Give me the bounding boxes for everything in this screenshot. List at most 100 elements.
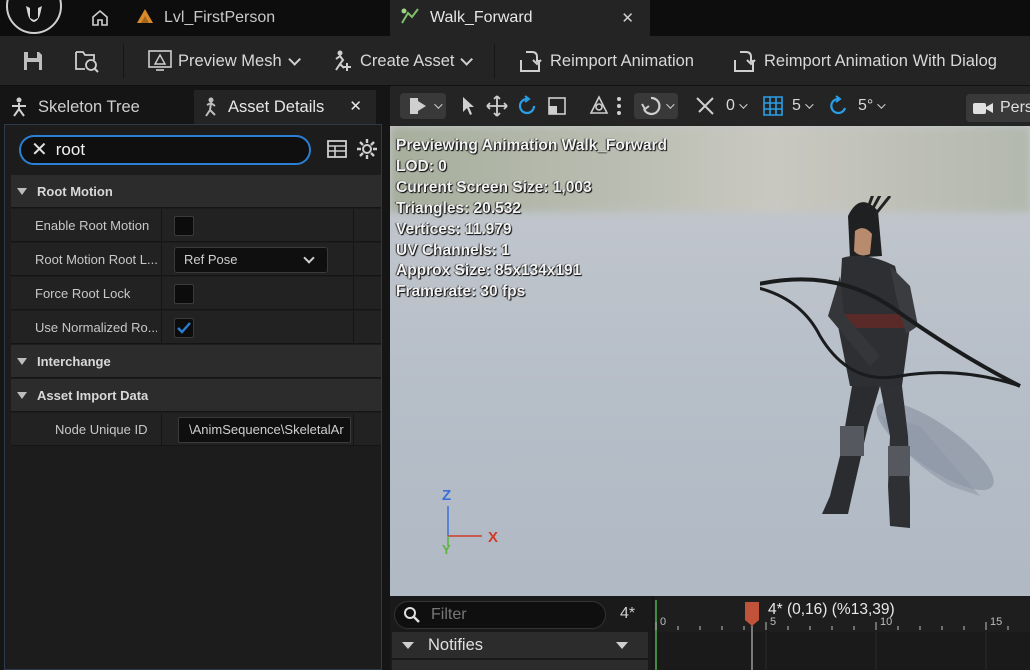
camera-options-icon <box>410 98 426 114</box>
use-normalized-root-checkbox[interactable] <box>174 317 194 338</box>
property-value: \AnimSequence\SkeletalAr <box>161 413 351 446</box>
chevron-down-icon <box>460 52 474 66</box>
notifies-track[interactable]: Notifies <box>392 632 648 658</box>
rotation-snap-value: 5° <box>858 97 874 114</box>
camera-icon <box>972 100 994 116</box>
perspective-view-button[interactable]: Pers <box>966 94 1030 122</box>
tab-asset-details-label: Asset Details <box>228 97 325 116</box>
force-root-lock-checkbox[interactable] <box>174 283 194 304</box>
track-row <box>392 660 648 670</box>
property-value <box>161 209 351 242</box>
browse-asset-icon[interactable] <box>74 48 100 74</box>
toolbar-separator <box>494 44 495 78</box>
grid-snap-icon <box>763 96 783 116</box>
info-line: LOD: 0 <box>396 157 447 175</box>
tab-asset-details[interactable]: Asset Details ✕ <box>194 90 376 124</box>
checkmark-icon <box>177 321 191 334</box>
tab-skeleton-tree-label: Skeleton Tree <box>38 97 140 116</box>
viewport-options-button[interactable] <box>400 93 446 119</box>
panel-tab-bar: Skeleton Tree Asset Details ✕ <box>0 90 388 124</box>
property-label: Root Motion Root L... <box>35 252 157 267</box>
tab-walk-forward[interactable]: Walk_Forward ✕ <box>390 0 650 36</box>
property-value <box>161 311 351 344</box>
info-line: Triangles: 20.532 <box>396 199 521 217</box>
surface-snap-icon <box>641 96 661 116</box>
chevron-down-icon <box>287 52 301 66</box>
timeline-ruler[interactable]: 0 5 10 15 4* (0,16) (%13,39) <box>654 596 1030 670</box>
chevron-down-icon <box>805 100 814 109</box>
property-use-normalized-root: Use Normalized Ro... <box>11 311 381 344</box>
rotation-snap-icon <box>830 95 847 115</box>
animation-viewport[interactable]: 0 5 5° Pers Previewing Animation Walk_Fo… <box>390 86 1030 596</box>
unreal-logo-icon[interactable] <box>6 0 62 34</box>
reimport-animation-button[interactable]: Reimport Animation <box>518 46 694 76</box>
left-panel: Skeleton Tree Asset Details ✕ ✕ root Roo… <box>0 86 388 670</box>
viewport-info-overlay: Previewing Animation Walk_Forward LOD: 0… <box>396 136 667 303</box>
property-value <box>161 277 351 310</box>
property-node-unique-id: Node Unique ID \AnimSequence\SkeletalAr <box>11 413 381 446</box>
reimport-animation-with-dialog-button[interactable]: Reimport Animation With Dialog <box>732 46 997 76</box>
angle-snap-icon <box>696 97 714 115</box>
collapse-arrow-icon <box>17 187 27 195</box>
node-unique-id-field[interactable]: \AnimSequence\SkeletalAr <box>178 416 351 443</box>
info-line: Framerate: 30 fps <box>396 283 526 301</box>
scrub-position-label: 4* (0,16) (%13,39) <box>768 601 895 618</box>
info-line: Vertices: 11.979 <box>396 220 512 238</box>
tick-label: 15 <box>990 616 1003 628</box>
rotate-icon[interactable] <box>516 93 538 119</box>
save-icon[interactable] <box>20 48 46 74</box>
root-lock-select[interactable]: Ref Pose <box>174 246 328 273</box>
axis-x-label: X <box>488 529 498 546</box>
grid-size-button[interactable]: 5 <box>762 93 814 119</box>
collapse-arrow-icon <box>17 357 27 365</box>
property-root-motion-root-lock: Root Motion Root L... Ref Pose <box>11 243 381 276</box>
toolbar-separator <box>123 44 124 78</box>
create-asset-button[interactable]: Create Asset <box>330 46 474 76</box>
scale-icon[interactable] <box>546 93 568 119</box>
timeline-track-list: Filter 4* Notifies <box>390 596 652 670</box>
chevron-down-icon <box>739 100 748 109</box>
property-label: Node Unique ID <box>55 422 148 437</box>
category-root-motion[interactable]: Root Motion <box>11 175 381 208</box>
table-view-icon[interactable] <box>327 140 347 163</box>
surface-snap-button[interactable] <box>634 93 678 119</box>
enable-root-motion-checkbox[interactable] <box>174 215 194 236</box>
details-search-input[interactable]: ✕ root <box>19 135 311 165</box>
reimport-animation-with-dialog-label: Reimport Animation With Dialog <box>764 51 997 70</box>
timeline-filter-input[interactable]: Filter <box>394 601 606 629</box>
home-icon[interactable] <box>88 6 112 30</box>
translate-icon[interactable] <box>486 93 508 119</box>
axis-gizmo: Z X Y <box>442 487 498 557</box>
tab-level[interactable]: Lvl_FirstPerson <box>128 0 388 36</box>
category-interchange[interactable]: Interchange <box>11 345 381 378</box>
details-search-row: ✕ root <box>5 125 381 175</box>
tab-close-icon[interactable]: ✕ <box>349 97 362 115</box>
search-icon <box>403 606 421 624</box>
asset-details-icon <box>202 97 220 117</box>
select-mode-icon[interactable] <box>460 93 476 119</box>
category-asset-import-data[interactable]: Asset Import Data <box>11 379 381 412</box>
collapse-arrow-icon <box>17 391 27 399</box>
coordinate-space-icon[interactable] <box>588 93 610 119</box>
property-reset-column <box>353 277 381 310</box>
tab-skeleton-tree[interactable]: Skeleton Tree <box>8 90 188 124</box>
notifies-dropdown-icon[interactable] <box>616 642 628 649</box>
preview-mesh-button[interactable]: Preview Mesh <box>148 46 301 76</box>
filter-placeholder: Filter <box>431 606 467 623</box>
grid-size-value: 5 <box>792 97 801 114</box>
preview-character-mesh <box>760 196 1021 528</box>
grid-snap-angle-button[interactable]: 0 <box>694 93 748 119</box>
tab-level-label: Lvl_FirstPerson <box>164 9 276 26</box>
clear-search-icon[interactable]: ✕ <box>31 140 48 160</box>
reimport-icon <box>732 48 758 74</box>
tab-close-icon[interactable]: ✕ <box>621 9 634 27</box>
info-line: Approx Size: 85x134x191 <box>396 262 582 280</box>
rotation-snap-button[interactable]: 5° <box>828 93 886 119</box>
info-line: Current Screen Size: 1,003 <box>396 178 592 196</box>
more-options-icon[interactable] <box>616 93 622 119</box>
current-frame-label: 4* <box>620 605 636 622</box>
reimport-animation-label: Reimport Animation <box>550 51 694 70</box>
playhead[interactable] <box>745 602 759 626</box>
gear-icon[interactable] <box>356 138 378 165</box>
chevron-down-icon <box>434 100 443 109</box>
